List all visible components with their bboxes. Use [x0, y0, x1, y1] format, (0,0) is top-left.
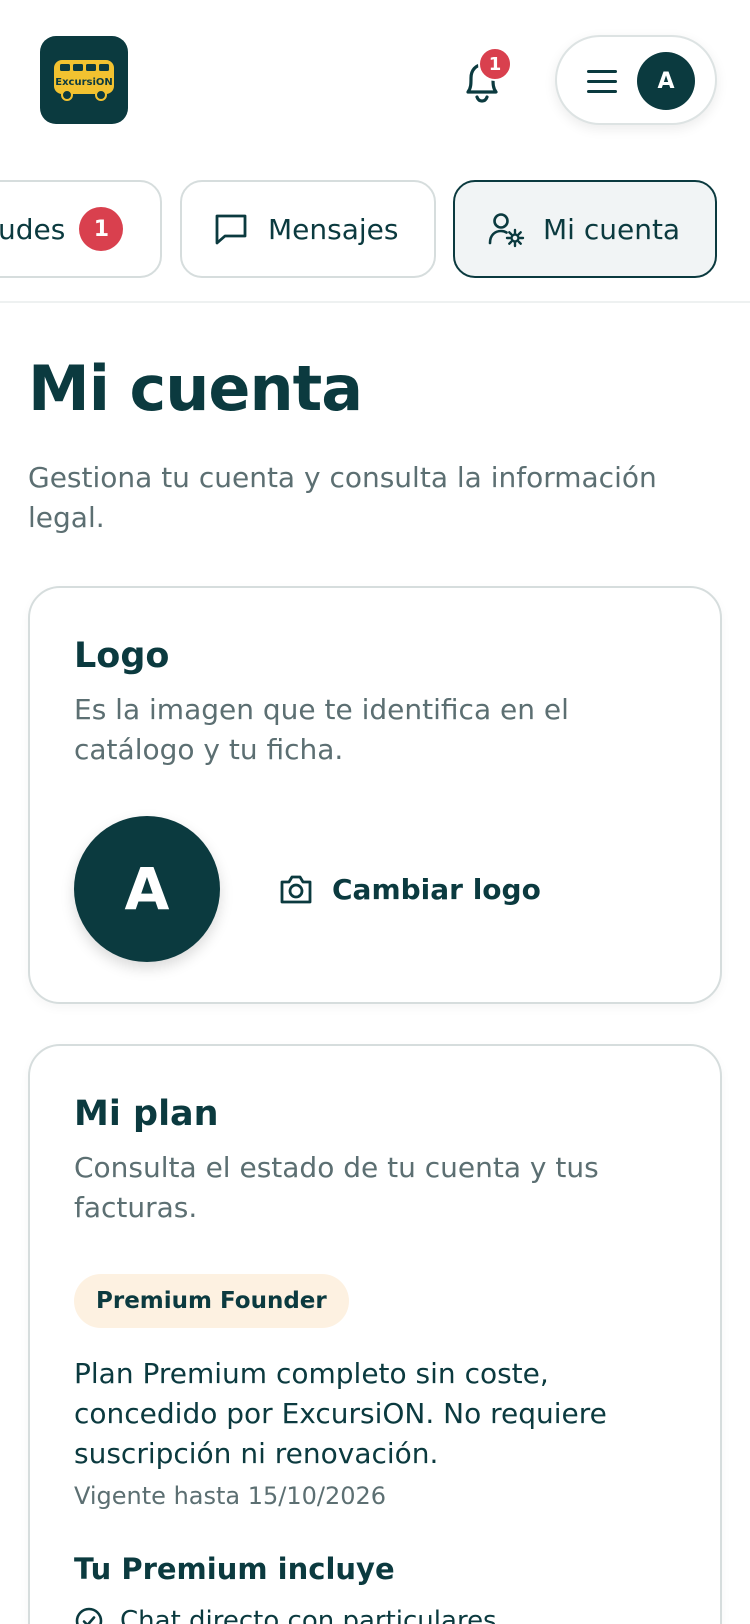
logo-card-description: Es la imagen que te identifica en el cat…	[74, 693, 569, 766]
bus-logo-icon: ExcursiON	[54, 60, 114, 101]
plan-description: Plan Premium completo sin coste, concedi…	[74, 1357, 607, 1470]
user-menu-button[interactable]: A	[555, 35, 717, 125]
logo-avatar: A	[74, 816, 220, 962]
camera-icon	[280, 875, 312, 904]
check-circle-icon	[75, 1607, 103, 1624]
plan-badge: Premium Founder	[74, 1274, 349, 1328]
plan-card-title: Mi plan	[74, 1094, 219, 1134]
app-logo[interactable]: ExcursiON	[40, 36, 128, 124]
tab-requests[interactable]: udes 1	[0, 180, 162, 278]
logo-card-title: Logo	[74, 636, 170, 676]
logo-card: Logo Es la imagen que te identifica en e…	[28, 586, 722, 1004]
logo-wordmark: ExcursiON	[55, 77, 113, 88]
plan-valid-until: Vigente hasta 15/10/2026	[74, 1482, 387, 1510]
tab-requests-label: udes	[0, 212, 66, 246]
change-logo-button[interactable]: Cambiar logo	[278, 864, 541, 914]
change-logo-label: Cambiar logo	[332, 872, 541, 906]
top-bar: ExcursiON 1 A	[0, 0, 750, 160]
section-tabs: udes 1 Mensajes Mi cuenta	[0, 180, 750, 280]
list-item: Chat directo con particulares	[74, 1606, 497, 1624]
page-subtitle: Gestiona tu cuenta y consulta la informa…	[28, 461, 657, 534]
page-title: Mi cuenta	[28, 352, 363, 425]
tab-messages[interactable]: Mensajes	[180, 180, 436, 278]
tab-messages-label: Mensajes	[268, 212, 399, 246]
notifications-badge: 1	[478, 47, 512, 81]
plan-includes-title: Tu Premium incluye	[74, 1552, 395, 1586]
avatar: A	[637, 52, 695, 110]
tab-account-label: Mi cuenta	[543, 212, 681, 246]
plan-card-description: Consulta el estado de tu cuenta y tus fa…	[74, 1151, 599, 1224]
include-item-label: Chat directo con particulares	[120, 1606, 497, 1624]
requests-count-badge: 1	[79, 207, 124, 251]
hamburger-icon	[587, 70, 617, 94]
chat-bubble-icon	[215, 214, 247, 245]
user-settings-icon	[488, 213, 525, 248]
tabs-divider	[0, 301, 750, 303]
plan-card: Mi plan Consulta el estado de tu cuenta …	[28, 1044, 722, 1624]
tab-account[interactable]: Mi cuenta	[453, 180, 717, 278]
